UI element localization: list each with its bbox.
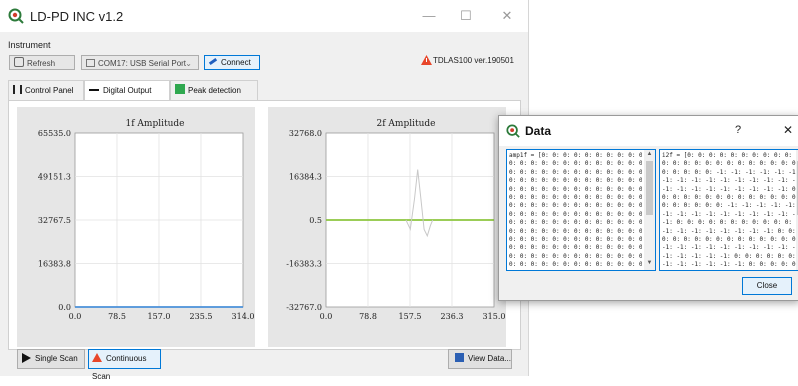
y-tick-label: -32767.0 bbox=[286, 303, 322, 312]
i2f-text: i2f = [0: 0: 0: 0: 0: 0: 0: 0: 0: 0: 0: … bbox=[662, 152, 798, 268]
chart-1f-amplitude: 1f Amplitude 0.0 78.5 157.0 235.5 314.0 65535.… bbox=[38, 119, 255, 321]
amp1f-scroll-thumb[interactable] bbox=[646, 161, 653, 215]
x-tick-label: 78.5 bbox=[108, 312, 126, 321]
data-dialog: Data ? ✕ amp1f = [0: 0: 0: 0: 0: 0: 0: 0… bbox=[498, 115, 798, 301]
view-data-label: View Data... bbox=[468, 354, 511, 363]
tab-control-panel-label: Control Panel bbox=[25, 86, 74, 95]
amp1f-text: amp1f = [0: 0: 0: 0: 0: 0: 0: 0: 0: 0: 0… bbox=[509, 152, 642, 268]
chevron-down-icon: ⌄ bbox=[185, 59, 192, 68]
continuous-scan-button[interactable]: Continuous Scan bbox=[88, 349, 161, 381]
connect-icon bbox=[208, 57, 218, 66]
chart-title: 2f Amplitude bbox=[377, 119, 436, 129]
chart-2f-amplitude: 2f Amplitude 0.0 78.8 157.5 236.3 315.0 32768.… bbox=[286, 119, 506, 321]
x-tick-label: 236.3 bbox=[441, 312, 464, 321]
instrument-group-label: Instrument bbox=[8, 40, 51, 50]
tab-digital-output[interactable]: Digital Output bbox=[84, 80, 170, 101]
y-tick-label: 49151.3 bbox=[38, 173, 71, 182]
warning-icon bbox=[421, 55, 432, 65]
tab-peak-detection[interactable]: Peak detection bbox=[170, 80, 258, 100]
dialog-logo-icon bbox=[506, 124, 520, 138]
port-icon bbox=[86, 59, 95, 67]
y-tick-label: 32767.5 bbox=[38, 216, 71, 225]
port-value: COM17: USB Serial Port bbox=[98, 59, 187, 68]
x-tick-label: 0.0 bbox=[69, 312, 82, 321]
sliders-icon bbox=[13, 85, 22, 94]
single-scan-button[interactable]: Single Scan bbox=[17, 349, 85, 369]
window-title: LD-PD INC v1.2 bbox=[30, 9, 124, 24]
amp1f-scrollbar[interactable]: ▲ ▼ bbox=[644, 150, 655, 270]
help-button[interactable]: ? bbox=[735, 124, 741, 136]
tab-control-panel[interactable]: Control Panel bbox=[8, 80, 84, 100]
scroll-up-icon[interactable]: ▲ bbox=[644, 151, 655, 157]
refresh-label: Refresh bbox=[27, 59, 56, 68]
save-icon bbox=[455, 353, 464, 362]
y-tick-label: -16383.3 bbox=[286, 260, 322, 269]
chart-title: 1f Amplitude bbox=[126, 119, 185, 129]
device-version-label: TDLAS100 ver.190501 bbox=[433, 56, 514, 65]
x-tick-label: 315.0 bbox=[483, 312, 506, 321]
x-tick-label: 78.8 bbox=[359, 312, 377, 321]
connect-label: Connect bbox=[221, 58, 251, 67]
tab-peak-detection-label: Peak detection bbox=[188, 86, 241, 95]
dialog-title: Data bbox=[525, 124, 552, 138]
dialog-title-bar: Data ? ✕ bbox=[499, 116, 798, 146]
view-data-button[interactable]: View Data... bbox=[448, 349, 512, 369]
y-tick-label: 16383.8 bbox=[38, 260, 71, 269]
refresh-button[interactable]: Refresh bbox=[9, 55, 75, 70]
port-select[interactable]: COM17: USB Serial Port ⌄ bbox=[81, 55, 199, 70]
peak-icon bbox=[175, 84, 185, 94]
i2f-textarea[interactable]: i2f = [0: 0: 0: 0: 0: 0: 0: 0: 0: 0: 0: … bbox=[659, 149, 798, 271]
continuous-scan-icon bbox=[92, 353, 102, 362]
play-icon bbox=[22, 353, 31, 363]
y-tick-label: 0.5 bbox=[309, 216, 322, 225]
x-tick-label: 235.5 bbox=[190, 312, 213, 321]
x-tick-label: 0.0 bbox=[320, 312, 333, 321]
app-logo-icon bbox=[8, 8, 24, 24]
main-window: LD-PD INC v1.2 — ☐ ✕ Instrument Refresh … bbox=[0, 0, 529, 381]
x-tick-label: 157.0 bbox=[148, 312, 171, 321]
maximize-button[interactable]: ☐ bbox=[455, 6, 477, 26]
title-bar: LD-PD INC v1.2 — ☐ ✕ bbox=[0, 0, 528, 32]
y-tick-label: 32768.0 bbox=[289, 129, 322, 138]
scroll-down-icon[interactable]: ▼ bbox=[644, 260, 655, 266]
dialog-close-x-button[interactable]: ✕ bbox=[783, 123, 793, 137]
connect-button[interactable]: Connect bbox=[204, 55, 260, 70]
digital-output-icon bbox=[89, 89, 99, 91]
x-tick-label: 157.5 bbox=[399, 312, 422, 321]
window-close-button[interactable]: ✕ bbox=[496, 6, 518, 26]
y-tick-label: 0.0 bbox=[58, 303, 71, 312]
refresh-icon bbox=[14, 57, 24, 67]
y-tick-label: 65535.0 bbox=[38, 129, 71, 138]
close-button[interactable]: Close bbox=[742, 277, 792, 295]
x-tick-label: 314.0 bbox=[232, 312, 255, 321]
amp1f-textarea[interactable]: amp1f = [0: 0: 0: 0: 0: 0: 0: 0: 0: 0: 0… bbox=[506, 149, 656, 271]
tab-digital-output-label: Digital Output bbox=[103, 86, 152, 95]
chart-2f-panel: 2f Amplitude 0.0 78.8 157.5 236.3 315.0 32768.… bbox=[268, 107, 506, 347]
chart-1f-panel: 1f Amplitude 0.0 78.5 157.0 235.5 314.0 65535.… bbox=[17, 107, 255, 347]
y-tick-label: 16384.3 bbox=[289, 173, 322, 182]
single-scan-label: Single Scan bbox=[35, 354, 78, 363]
minimize-button[interactable]: — bbox=[418, 6, 440, 26]
